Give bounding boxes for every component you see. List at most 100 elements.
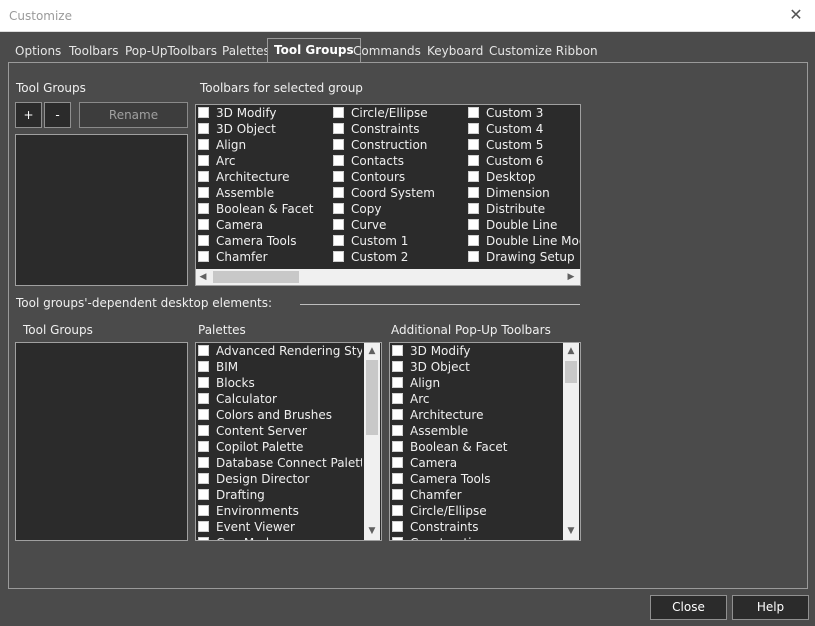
scroll-down-icon[interactable]: ▼ [563, 526, 579, 536]
close-button[interactable]: Close [650, 595, 727, 620]
checkbox[interactable] [198, 377, 209, 388]
checkbox[interactable] [468, 235, 479, 246]
checkbox[interactable] [198, 139, 209, 150]
checkbox[interactable] [468, 219, 479, 230]
list-item[interactable]: Double Line Modi [468, 233, 580, 249]
list-item[interactable]: Camera [392, 455, 560, 471]
checkbox[interactable] [198, 203, 209, 214]
tab-popup-toolbars[interactable]: Pop-UpToolbars [125, 41, 217, 61]
list-item[interactable]: Custom 5 [468, 137, 580, 153]
list-item[interactable]: Chamfer [392, 487, 560, 503]
list-item[interactable]: Copy [333, 201, 463, 217]
list-item[interactable]: Assemble [392, 423, 560, 439]
checkbox[interactable] [392, 473, 403, 484]
list-item[interactable]: Boolean & Facet [198, 201, 328, 217]
list-item[interactable]: 3D Object [392, 359, 560, 375]
list-item[interactable]: Architecture [392, 407, 560, 423]
checkbox[interactable] [468, 187, 479, 198]
list-item[interactable]: Constraints [333, 121, 463, 137]
checkbox[interactable] [392, 489, 403, 500]
scroll-up-icon[interactable]: ▲ [364, 346, 380, 356]
list-item[interactable]: 3D Modify [392, 343, 560, 359]
list-item[interactable]: Curve [333, 217, 463, 233]
scroll-up-icon[interactable]: ▲ [563, 346, 579, 356]
checkbox[interactable] [468, 123, 479, 134]
list-item[interactable]: Circle/Ellipse [392, 503, 560, 519]
checkbox[interactable] [392, 409, 403, 420]
list-item[interactable]: Contours [333, 169, 463, 185]
checkbox[interactable] [468, 107, 479, 118]
list-item[interactable]: Desktop [468, 169, 580, 185]
list-item[interactable]: Custom 1 [333, 233, 463, 249]
tab-options[interactable]: Options [15, 41, 61, 61]
list-item[interactable]: BIM [198, 359, 362, 375]
list-item[interactable]: Constraints [392, 519, 560, 535]
list-item[interactable]: Drawing Setup [468, 249, 580, 265]
toolbars-list[interactable]: ◀ ▶ 3D Modify 3D Object Align Arc Architectu… [195, 104, 581, 286]
checkbox[interactable] [333, 251, 344, 262]
remove-group-button[interactable]: - [44, 102, 71, 128]
scroll-thumb[interactable] [213, 271, 299, 283]
checkbox[interactable] [468, 171, 479, 182]
list-item[interactable]: Advanced Rendering Styles [198, 343, 362, 359]
checkbox[interactable] [198, 235, 209, 246]
tool-groups-list-2[interactable] [15, 342, 188, 541]
tool-groups-list[interactable] [15, 134, 188, 286]
checkbox[interactable] [198, 107, 209, 118]
checkbox[interactable] [198, 393, 209, 404]
checkbox[interactable] [198, 361, 209, 372]
checkbox[interactable] [392, 521, 403, 532]
list-item[interactable]: Custom 3 [468, 105, 580, 121]
list-item[interactable]: Contacts [333, 153, 463, 169]
checkbox[interactable] [333, 155, 344, 166]
checkbox[interactable] [198, 473, 209, 484]
checkbox[interactable] [392, 425, 403, 436]
list-item[interactable]: Construction [392, 535, 560, 540]
checkbox[interactable] [392, 345, 403, 356]
palettes-list[interactable]: ▲ ▼ Advanced Rendering Styles BIM Blocks Ca… [195, 342, 382, 541]
help-button[interactable]: Help [732, 595, 809, 620]
list-item[interactable]: Content Server [198, 423, 362, 439]
checkbox[interactable] [333, 203, 344, 214]
list-item[interactable]: Environments [198, 503, 362, 519]
checkbox[interactable] [333, 139, 344, 150]
scroll-thumb[interactable] [565, 361, 577, 383]
checkbox[interactable] [198, 219, 209, 230]
checkbox[interactable] [392, 441, 403, 452]
list-item[interactable]: Arc [392, 391, 560, 407]
list-item[interactable]: Circle/Ellipse [333, 105, 463, 121]
horizontal-scrollbar[interactable]: ◀ ▶ [196, 269, 580, 285]
list-item[interactable]: Arc [198, 153, 328, 169]
checkbox[interactable] [198, 123, 209, 134]
list-item[interactable]: Assemble [198, 185, 328, 201]
tab-toolbars[interactable]: Toolbars [69, 41, 118, 61]
list-item[interactable]: Coord System [333, 185, 463, 201]
list-item[interactable]: Custom 6 [468, 153, 580, 169]
checkbox[interactable] [198, 457, 209, 468]
list-item[interactable]: Architecture [198, 169, 328, 185]
list-item[interactable]: Construction [333, 137, 463, 153]
list-item[interactable]: Double Line [468, 217, 580, 233]
checkbox[interactable] [468, 155, 479, 166]
list-item[interactable]: 3D Modify [198, 105, 328, 121]
checkbox[interactable] [333, 107, 344, 118]
list-item[interactable]: Database Connect Palette [198, 455, 362, 471]
list-item[interactable]: Calculator [198, 391, 362, 407]
checkbox[interactable] [198, 155, 209, 166]
vertical-scrollbar[interactable]: ▲ ▼ [563, 343, 579, 540]
checkbox[interactable] [468, 251, 479, 262]
list-item[interactable]: Design Director [198, 471, 362, 487]
checkbox[interactable] [198, 187, 209, 198]
scroll-down-icon[interactable]: ▼ [364, 526, 380, 536]
checkbox[interactable] [198, 441, 209, 452]
checkbox[interactable] [468, 139, 479, 150]
checkbox[interactable] [333, 123, 344, 134]
checkbox[interactable] [198, 409, 209, 420]
checkbox[interactable] [198, 489, 209, 500]
checkbox[interactable] [392, 377, 403, 388]
checkbox[interactable] [198, 505, 209, 516]
checkbox[interactable] [392, 393, 403, 404]
list-item[interactable]: Colors and Brushes [198, 407, 362, 423]
list-item[interactable]: Align [392, 375, 560, 391]
checkbox[interactable] [392, 505, 403, 516]
